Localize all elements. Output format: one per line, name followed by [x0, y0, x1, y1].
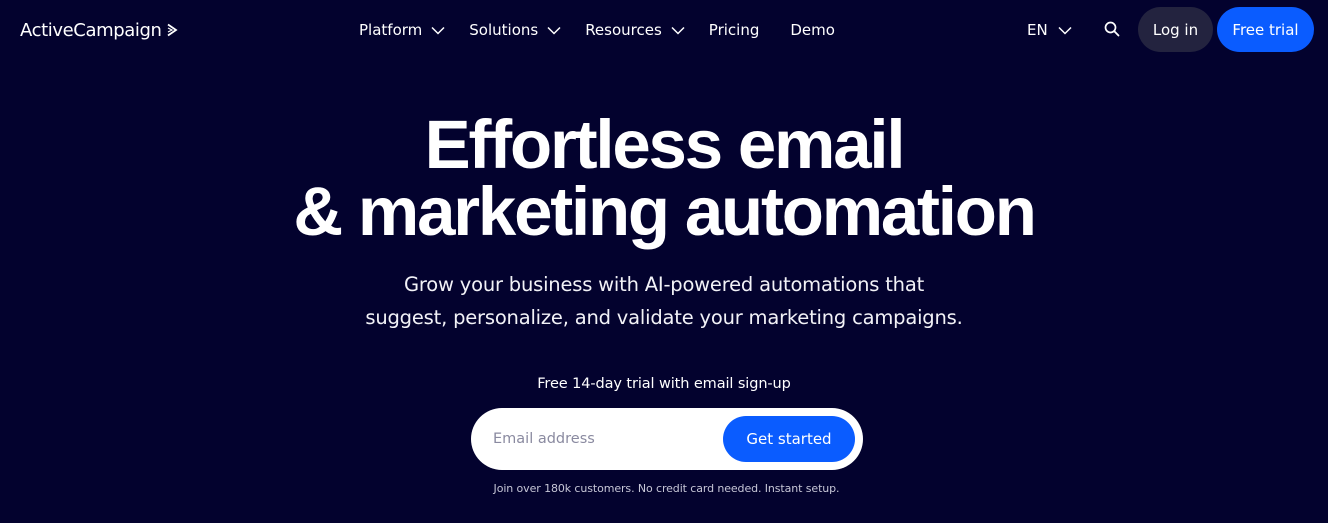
trial-label: Free 14-day trial with email sign-up — [537, 376, 791, 392]
email-signup-form: Get started — [471, 408, 863, 470]
search-icon — [1104, 21, 1120, 37]
nav-item-resources[interactable]: Resources — [585, 21, 685, 39]
language-label: EN — [1027, 21, 1048, 39]
nav-item-demo[interactable]: Demo — [790, 21, 835, 39]
nav-label: Platform — [359, 21, 423, 39]
nav-label: Solutions — [469, 21, 539, 39]
nav-item-platform[interactable]: Platform — [359, 21, 445, 39]
language-selector[interactable]: EN — [1027, 18, 1072, 42]
hero-headline-line2: & marketing automation — [293, 173, 1037, 250]
hero-headline-line1: Effortless email — [424, 106, 906, 183]
hero-subtitle: Grow your business with AI-powered autom… — [0, 268, 1328, 334]
main-nav: Platform Solutions Resources Pricing Dem… — [359, 18, 835, 42]
nav-item-pricing[interactable]: Pricing — [709, 21, 760, 39]
hero-subtitle-line1: Grow your business with AI-powered autom… — [403, 273, 925, 296]
chevron-down-icon — [1058, 26, 1072, 35]
free-trial-button[interactable]: Free trial — [1217, 7, 1314, 52]
nav-label: Pricing — [708, 21, 760, 39]
landing-page: ActiveCampaign Platform Solutions Resour… — [0, 0, 1328, 523]
logo-link[interactable]: ActiveCampaign — [20, 18, 178, 42]
get-started-button[interactable]: Get started — [723, 416, 855, 462]
chevron-down-icon — [547, 26, 561, 35]
hero-subtitle-line2: suggest, personalize, and validate your … — [365, 306, 963, 329]
nav-label: Resources — [585, 21, 662, 39]
nav-item-solutions[interactable]: Solutions — [469, 21, 561, 39]
chevron-down-icon — [431, 26, 445, 35]
logo-text: ActiveCampaign — [20, 19, 162, 41]
logo-chevron-icon — [167, 23, 178, 37]
login-button[interactable]: Log in — [1138, 7, 1213, 52]
search-button[interactable] — [1102, 19, 1122, 39]
chevron-down-icon — [671, 26, 685, 35]
fine-print: Join over 180k customers. No credit card… — [493, 482, 840, 495]
nav-label: Demo — [790, 21, 835, 39]
email-input[interactable] — [493, 424, 713, 454]
